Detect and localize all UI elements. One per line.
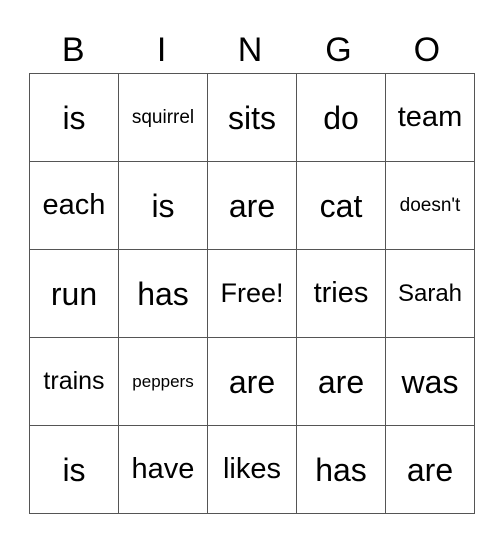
card-cell[interactable]: peppers bbox=[118, 337, 208, 426]
header-letter-g: G bbox=[325, 31, 352, 69]
card-cell[interactable]: are bbox=[207, 161, 297, 250]
card-cell[interactable]: squirrel bbox=[118, 73, 208, 162]
card-row: is squirrel sits do team bbox=[29, 73, 475, 162]
card-cell[interactable]: cat bbox=[296, 161, 386, 250]
card-cell[interactable]: are bbox=[296, 337, 386, 426]
card-cell[interactable]: team bbox=[385, 73, 475, 162]
card-cell[interactable]: trains bbox=[29, 337, 119, 426]
card-cell[interactable]: tries bbox=[296, 249, 386, 338]
card-cell[interactable]: was bbox=[385, 337, 475, 426]
card-cell[interactable]: run bbox=[29, 249, 119, 338]
card-cell[interactable]: is bbox=[29, 425, 119, 514]
card-cell[interactable]: is bbox=[29, 73, 119, 162]
header-letter-o: O bbox=[413, 31, 441, 69]
bingo-card: is squirrel sits do team each is are cat… bbox=[29, 73, 475, 514]
card-cell[interactable]: each bbox=[29, 161, 119, 250]
card-row: run has Free! tries Sarah bbox=[29, 249, 475, 338]
card-cell[interactable]: do bbox=[296, 73, 386, 162]
card-cell[interactable]: has bbox=[118, 249, 208, 338]
card-cell[interactable]: doesn't bbox=[385, 161, 475, 250]
bingo-header: B I N G O bbox=[29, 28, 471, 72]
card-cell[interactable]: are bbox=[385, 425, 475, 514]
card-cell[interactable]: has bbox=[296, 425, 386, 514]
card-row: each is are cat doesn't bbox=[29, 161, 475, 250]
card-cell[interactable]: are bbox=[207, 337, 297, 426]
free-space-cell[interactable]: Free! bbox=[207, 249, 297, 338]
card-cell[interactable]: have bbox=[118, 425, 208, 514]
card-cell[interactable]: sits bbox=[207, 73, 297, 162]
card-row: trains peppers are are was bbox=[29, 337, 475, 426]
card-cell[interactable]: is bbox=[118, 161, 208, 250]
header-letter-i: I bbox=[156, 31, 167, 69]
header-letter-b: B bbox=[61, 31, 85, 69]
card-row: is have likes has are bbox=[29, 425, 475, 514]
header-letter-n: N bbox=[237, 31, 263, 69]
card-cell[interactable]: Sarah bbox=[385, 249, 475, 338]
card-cell[interactable]: likes bbox=[207, 425, 297, 514]
